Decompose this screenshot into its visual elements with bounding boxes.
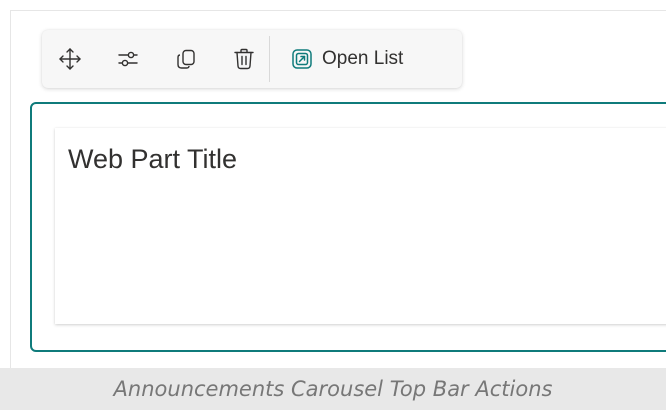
- image-caption: Announcements Carousel Top Bar Actions: [113, 377, 553, 401]
- trash-icon: [231, 46, 257, 72]
- toolbar-divider: [269, 36, 270, 82]
- sliders-icon: [115, 46, 141, 72]
- open-external-icon: [291, 48, 313, 70]
- webpart-title[interactable]: Web Part Title: [68, 144, 237, 175]
- page-canvas: Web Part Title Open List: [0, 0, 666, 368]
- caption-bar: Announcements Carousel Top Bar Actions: [0, 368, 666, 410]
- canvas-border-top: [10, 10, 666, 11]
- duplicate-button[interactable]: [171, 44, 201, 74]
- edit-properties-button[interactable]: [113, 44, 143, 74]
- open-list-button[interactable]: Open List: [291, 41, 403, 77]
- canvas-border-left: [10, 10, 11, 368]
- open-list-label: Open List: [322, 48, 404, 69]
- delete-button[interactable]: [229, 44, 259, 74]
- webpart-card[interactable]: Web Part Title: [55, 128, 666, 324]
- duplicate-icon: [173, 46, 199, 72]
- move-button[interactable]: [55, 44, 85, 74]
- move-icon: [57, 46, 83, 72]
- webpart-toolbar: Open List: [42, 30, 462, 88]
